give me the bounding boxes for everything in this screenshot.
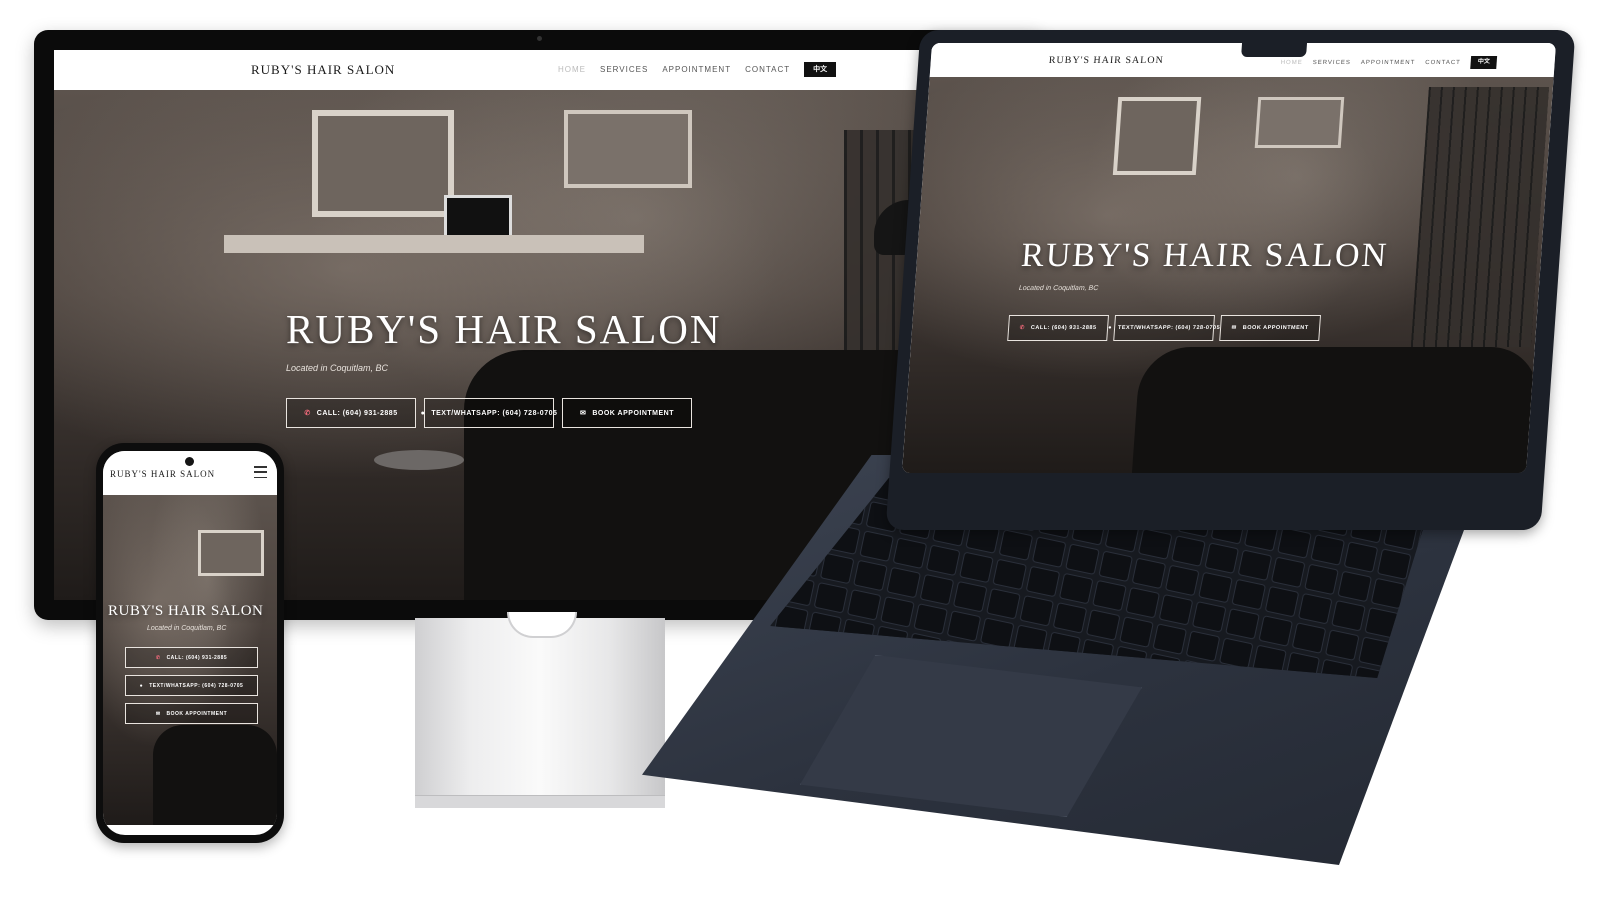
desktop-brand-logo[interactable]: RUBY'S HAIR SALON <box>251 62 395 78</box>
laptop-language-button[interactable]: 中文 <box>1470 56 1498 69</box>
phone-book-button[interactable]: ✉ BOOK APPOINTMENT <box>125 703 258 724</box>
monitor-stand-base <box>415 795 665 808</box>
desktop-hero-title: RUBY'S HAIR SALON <box>286 306 722 352</box>
phone-hero-title: RUBY'S HAIR SALON <box>108 603 264 619</box>
desktop-call-label: CALL: (604) 931-2885 <box>316 409 398 417</box>
hero-chair <box>1130 347 1541 473</box>
phone-call-label: CALL: (604) 931-2885 <box>166 654 228 661</box>
phone-hero-subtitle: Located in Coquitlam, BC <box>147 625 227 632</box>
envelope-icon: ✉ <box>579 410 587 417</box>
hero-chair-base <box>374 450 464 470</box>
phone-icon: ✆ <box>155 654 161 661</box>
desktop-nav-links: HOME SERVICES APPOINTMENT CONTACT 中文 <box>558 62 837 77</box>
phone-hero: RUBY'S HAIR SALON Located in Coquitlam, … <box>103 495 277 825</box>
desktop-book-button[interactable]: ✉ BOOK APPOINTMENT <box>562 398 692 428</box>
desktop-book-label: BOOK APPOINTMENT <box>592 409 674 417</box>
laptop-nav-contact[interactable]: CONTACT <box>1425 60 1461 66</box>
chat-bubble-icon: ● <box>1107 325 1113 331</box>
hero-mirror <box>564 110 692 188</box>
phone-camera <box>185 457 194 466</box>
laptop-nav-services[interactable]: SERVICES <box>1312 60 1351 66</box>
desktop-hero-subtitle: Located in Coquitlam, BC <box>286 363 389 373</box>
phone-icon: ✆ <box>304 410 311 417</box>
monitor-camera <box>537 36 542 41</box>
laptop-text-button[interactable]: ● TEXT/WHATSAPP: (604) 728-0705 <box>1108 315 1220 341</box>
desktop-language-button[interactable]: 中文 <box>804 62 837 77</box>
laptop-call-label: CALL: (604) 931-2885 <box>1030 325 1097 331</box>
desktop-nav-contact[interactable]: CONTACT <box>745 65 790 74</box>
phone-icon: ✆ <box>1019 325 1026 331</box>
laptop-nav-appointment[interactable]: APPOINTMENT <box>1361 60 1416 66</box>
laptop-notch <box>1241 43 1308 57</box>
desktop-navbar: RUBY'S HAIR SALON HOME SERVICES APPOINTM… <box>54 50 1024 90</box>
hero-mirror <box>198 530 264 576</box>
desktop-text-button[interactable]: ● TEXT/WHATSAPP: (604) 728-0705 <box>420 398 558 428</box>
hero-counter <box>224 235 644 253</box>
laptop-nav-home[interactable]: HOME <box>1280 60 1302 66</box>
laptop-book-button[interactable]: ✉ BOOK APPOINTMENT <box>1219 315 1322 341</box>
phone-brand-logo[interactable]: RUBY'S HAIR SALON <box>110 469 215 479</box>
hero-mirror <box>1254 97 1345 148</box>
phone-text-label: TEXT/WHATSAPP: (604) 728-0705 <box>149 682 244 689</box>
phone-book-label: BOOK APPOINTMENT <box>166 710 228 717</box>
laptop-brand-logo[interactable]: RUBY'S HAIR SALON <box>1048 55 1164 66</box>
chat-bubble-icon: ● <box>139 682 144 689</box>
phone-text-button[interactable]: ● TEXT/WHATSAPP: (604) 728-0705 <box>125 675 258 696</box>
hero-folding-screen <box>1410 87 1549 347</box>
monitor-stand <box>415 618 665 800</box>
laptop-nav-links: HOME SERVICES APPOINTMENT CONTACT 中文 <box>1280 56 1498 69</box>
laptop-hero-subtitle: Located in Coquitlam, BC <box>1018 285 1099 292</box>
laptop-hero: RUBY'S HAIR SALON Located in Coquitlam, … <box>901 77 1554 473</box>
phone-screen: RUBY'S HAIR SALON RUBY'S HAIR SALON Loca… <box>103 451 277 835</box>
hero-mirror <box>1112 97 1202 175</box>
desktop-nav-appointment[interactable]: APPOINTMENT <box>662 65 731 74</box>
laptop-call-button[interactable]: ✆ CALL: (604) 931-2885 <box>1007 315 1110 341</box>
mobile-phone: RUBY'S HAIR SALON RUBY'S HAIR SALON Loca… <box>96 443 284 843</box>
laptop-book-label: BOOK APPOINTMENT <box>1242 325 1309 331</box>
desktop-nav-services[interactable]: SERVICES <box>600 65 648 74</box>
desktop-call-button[interactable]: ✆ CALL: (604) 931-2885 <box>286 398 416 428</box>
laptop-screen: RUBY'S HAIR SALON HOME SERVICES APPOINTM… <box>901 43 1557 473</box>
desktop-text-label: TEXT/WHATSAPP: (604) 728-0705 <box>431 409 558 417</box>
phone-call-button[interactable]: ✆ CALL: (604) 931-2885 <box>125 647 258 668</box>
desktop-nav-home[interactable]: HOME <box>558 65 586 74</box>
hero-chair <box>153 725 277 825</box>
laptop-hero-title: RUBY'S HAIR SALON <box>1019 237 1390 274</box>
envelope-icon: ✉ <box>155 710 161 717</box>
laptop-text-label: TEXT/WHATSAPP: (604) 728-0705 <box>1117 325 1221 331</box>
envelope-icon: ✉ <box>1231 325 1237 331</box>
chat-bubble-icon: ● <box>420 409 426 417</box>
hamburger-menu-icon[interactable] <box>254 466 267 478</box>
hero-mirror <box>312 110 454 217</box>
